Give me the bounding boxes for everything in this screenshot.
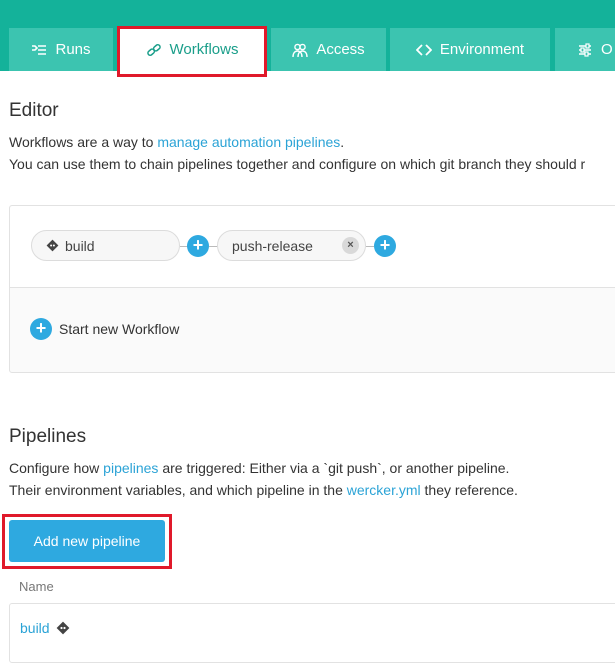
- link-icon: [146, 43, 161, 56]
- tab-workflows-label: Workflows: [169, 41, 239, 58]
- editor-description-line2: You can use them to chain pipelines toge…: [9, 156, 586, 172]
- table-row[interactable]: build: [20, 620, 70, 636]
- tab-runs[interactable]: Runs: [9, 28, 113, 71]
- add-after-push-release-button[interactable]: +: [374, 235, 396, 257]
- tab-access-label: Access: [316, 41, 365, 58]
- manage-pipelines-link[interactable]: manage automation pipelines: [157, 134, 340, 150]
- people-icon: [292, 43, 309, 57]
- sliders-icon: [579, 42, 591, 57]
- workflow-editor: build + push-release × + + Start new Wor…: [9, 205, 615, 373]
- tab-workflows[interactable]: Workflows: [119, 28, 265, 71]
- pipelines-heading: Pipelines: [9, 426, 87, 447]
- code-icon: [415, 43, 432, 56]
- editor-description-line1: Workflows are a way to manage automation…: [9, 134, 344, 150]
- remove-node-button[interactable]: ×: [342, 237, 359, 254]
- pipelines-line1-suffix: are triggered: Either via a `git push`, …: [158, 460, 510, 476]
- pipelines-description-line1: Configure how pipelines are triggered: E…: [9, 460, 509, 476]
- tab-options[interactable]: O: [555, 28, 615, 71]
- editor-line1-prefix: Workflows are a way to: [9, 134, 158, 150]
- list-icon: [32, 44, 47, 55]
- pipeline-node-label: build: [65, 237, 95, 254]
- workflow-row: build + push-release × +: [10, 206, 615, 288]
- editor-line1-suffix: .: [340, 134, 345, 150]
- tab-runs-label: Runs: [55, 41, 91, 58]
- tab-access[interactable]: Access: [271, 28, 386, 71]
- wercker-yml-link[interactable]: wercker.yml: [347, 482, 421, 498]
- git-icon: [56, 621, 69, 635]
- git-icon: [46, 239, 59, 252]
- pipeline-name-link[interactable]: build: [20, 620, 50, 636]
- pipelines-line1-prefix: Configure how: [9, 460, 104, 476]
- pipeline-node-build[interactable]: build: [31, 230, 180, 261]
- start-new-workflow-button[interactable]: + Start new Workflow: [30, 318, 179, 340]
- add-after-build-button[interactable]: +: [187, 235, 209, 257]
- plus-icon: +: [30, 318, 52, 340]
- editor-heading: Editor: [9, 100, 59, 121]
- tab-environment[interactable]: Environment: [390, 28, 550, 71]
- start-new-workflow-label: Start new Workflow: [59, 321, 180, 337]
- pipelines-link[interactable]: pipelines: [103, 460, 158, 476]
- pipelines-line2-suffix: they reference.: [420, 482, 518, 498]
- pipelines-table: build: [9, 603, 615, 663]
- connector-line: [366, 246, 374, 247]
- pipelines-description-line2: Their environment variables, and which p…: [9, 482, 518, 498]
- tab-environment-label: Environment: [439, 41, 525, 58]
- pipelines-line2-prefix: Their environment variables, and which p…: [9, 482, 347, 498]
- pipeline-node-label: push-release: [232, 237, 313, 254]
- add-new-pipeline-button[interactable]: Add new pipeline: [9, 520, 165, 562]
- tab-options-label: O: [601, 41, 613, 58]
- name-column-header: Name: [19, 579, 54, 594]
